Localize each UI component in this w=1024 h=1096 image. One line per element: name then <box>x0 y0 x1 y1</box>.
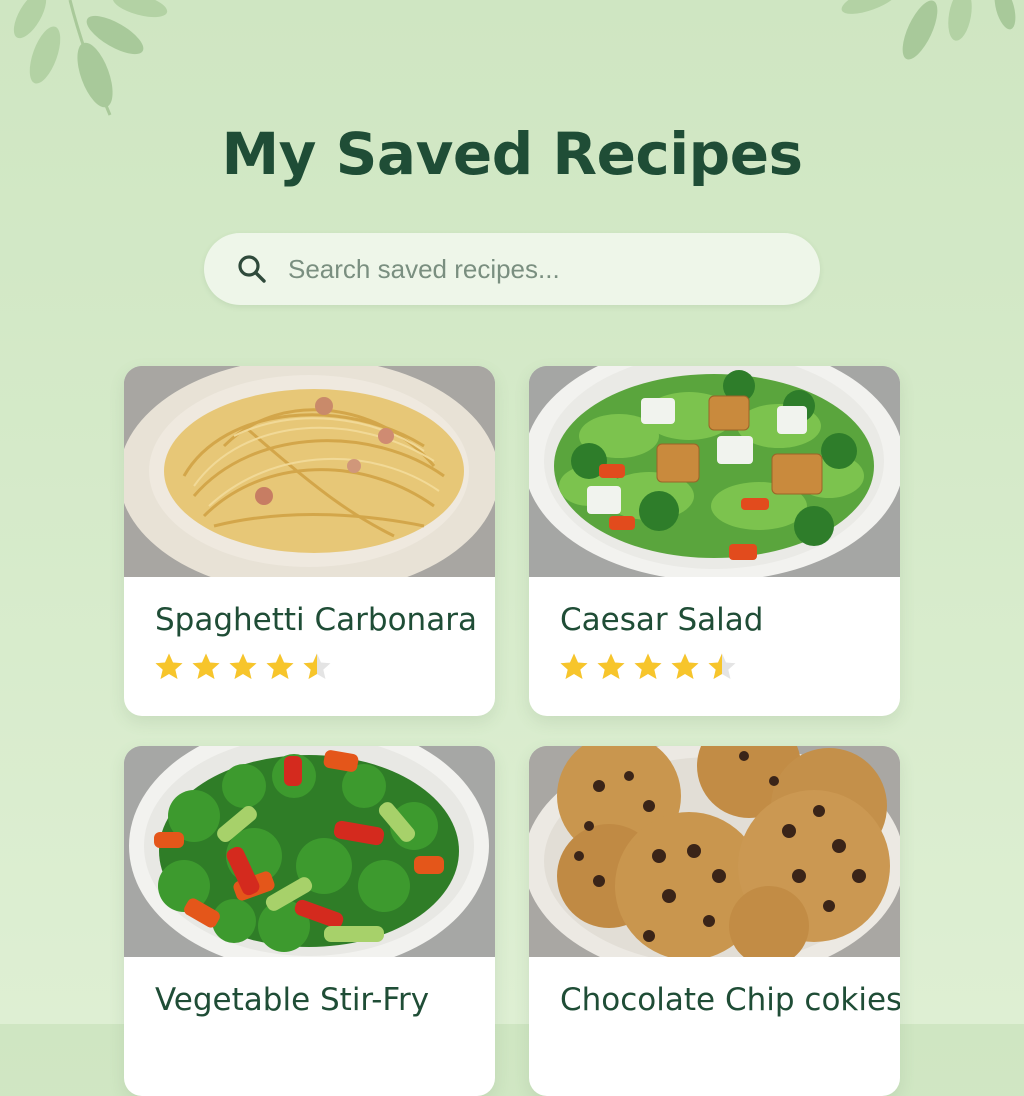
star-icon <box>303 653 331 679</box>
recipe-card[interactable]: Vegetable Stir-Fry <box>124 746 495 1096</box>
recipe-name: Spaghetti Carbonara <box>155 602 477 638</box>
search-bar[interactable] <box>204 233 820 305</box>
star-icon <box>671 653 699 679</box>
leaf-decoration-left <box>13 0 168 116</box>
vegetable-stir-fry-photo <box>124 746 495 957</box>
rating-stars <box>154 652 332 682</box>
star-icon <box>597 653 625 679</box>
recipe-card[interactable]: Caesar Salad <box>529 366 900 716</box>
star-icon <box>155 653 183 679</box>
caesar-salad-photo <box>529 366 900 577</box>
recipe-name: Vegetable Stir-Fry <box>155 982 430 1018</box>
recipe-name: Chocolate Chip cokies <box>560 982 900 1018</box>
page-title: My Saved Recipes <box>221 120 803 188</box>
star-icon <box>229 653 257 679</box>
recipe-name: Caesar Salad <box>560 602 764 638</box>
chocolate-chip-cookies-photo <box>529 746 900 957</box>
spaghetti-carbonara-photo <box>124 366 495 577</box>
star-icon <box>266 653 294 679</box>
leaf-decoration-right <box>841 0 1016 60</box>
recipe-card[interactable]: Spaghetti Carbonara <box>124 366 495 716</box>
star-icon <box>708 653 736 679</box>
search-input[interactable] <box>286 252 770 286</box>
rating-stars <box>559 652 737 682</box>
star-icon <box>192 653 220 679</box>
star-icon <box>560 653 588 679</box>
search-icon[interactable] <box>236 253 268 285</box>
recipe-card[interactable]: Chocolate Chip cokies <box>529 746 900 1096</box>
star-icon <box>634 653 662 679</box>
